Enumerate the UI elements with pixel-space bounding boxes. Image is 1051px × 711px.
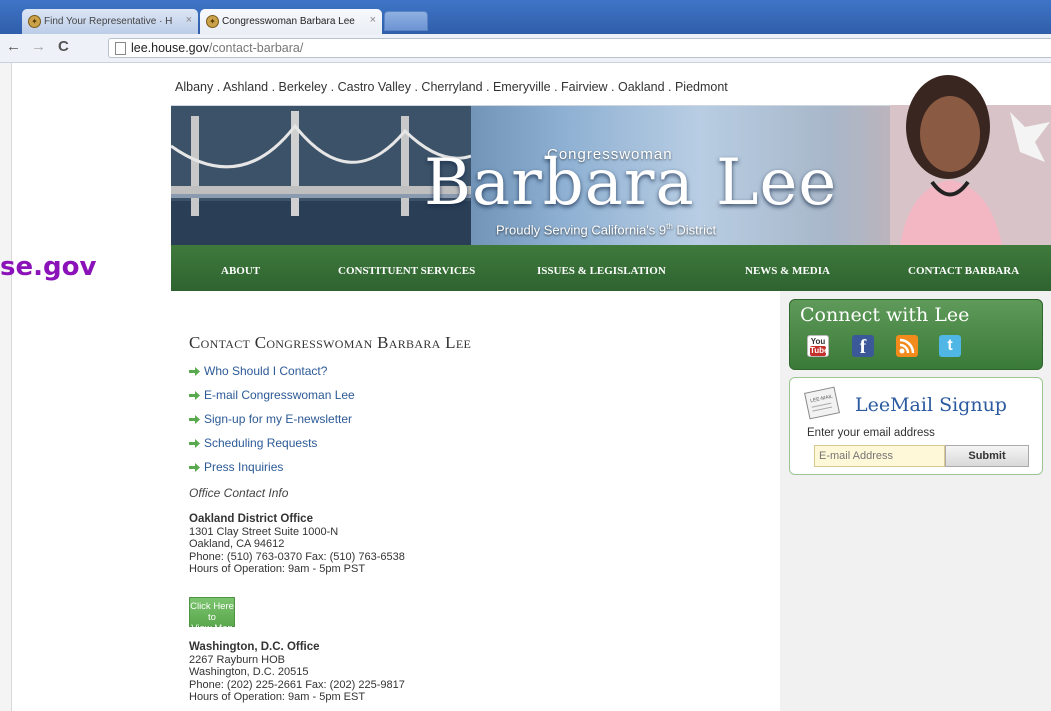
page-left-margin xyxy=(0,30,12,711)
header-name: Barbara Lee xyxy=(424,146,838,220)
oakland-office-block: Oakland District Office 1301 Clay Street… xyxy=(189,513,405,576)
leemail-title: LeeMail Signup xyxy=(855,394,1007,416)
twitter-icon[interactable]: t xyxy=(939,335,961,357)
connect-with-lee-box: Connect with Lee You Tube f t xyxy=(789,299,1043,370)
link-scheduling-requests[interactable]: Scheduling Requests xyxy=(189,436,317,450)
office-name: Washington, D.C. Office xyxy=(189,641,320,653)
view-map-button[interactable]: Click Here to View Map xyxy=(189,597,235,634)
washington-office-block: Washington, D.C. Office 2267 Rayburn HOB… xyxy=(189,641,405,704)
connect-title: Connect with Lee xyxy=(800,304,970,326)
district-cities: Albany . Ashland . Berkeley . Castro Val… xyxy=(175,80,728,94)
facebook-icon[interactable]: f xyxy=(852,335,874,358)
reload-icon[interactable]: C xyxy=(58,39,69,55)
browser-tab-bar: ✦ Find Your Representative · H × ✦ Congr… xyxy=(0,0,1051,34)
nav-item-constituent-services[interactable]: CONSTITUENT SERVICES xyxy=(338,265,475,277)
link-email-congresswoman[interactable]: E-mail Congresswoman Lee xyxy=(189,388,355,402)
leemail-signup-box: LEE-MAIL LeeMail Signup Enter your email… xyxy=(789,377,1043,475)
browser-toolbar: ← → C lee.house.gov/contact-barbara/ xyxy=(0,34,1051,63)
tab-label: Congresswoman Barbara Lee xyxy=(222,16,355,27)
house-seal-icon: ✦ xyxy=(206,15,219,28)
tab-label: Find Your Representative · H xyxy=(44,16,173,27)
header-tagline: Proudly Serving California's 9th Distric… xyxy=(496,222,717,238)
site-main-nav: ABOUT CONSTITUENT SERVICES ISSUES & LEGI… xyxy=(171,245,1051,294)
office-address-line2: Oakland, CA 94612 xyxy=(189,538,285,550)
office-phone: Phone: (510) 763-0370 Fax: (510) 763-653… xyxy=(189,550,405,563)
office-address-line1: 1301 Clay Street Suite 1000-N xyxy=(189,525,339,538)
background-slide-text: se.gov xyxy=(0,252,97,282)
rss-icon[interactable] xyxy=(896,335,918,357)
link-signup-enewsletter[interactable]: Sign-up for my E-newsletter xyxy=(189,412,352,426)
link-press-inquiries[interactable]: Press Inquiries xyxy=(189,460,283,474)
new-tab-button[interactable] xyxy=(384,11,428,31)
close-tab-icon[interactable]: × xyxy=(370,14,376,26)
browser-tab-find-representative[interactable]: ✦ Find Your Representative · H × xyxy=(22,9,198,34)
nav-item-about[interactable]: ABOUT xyxy=(221,265,260,277)
office-name: Oakland District Office xyxy=(189,513,313,525)
page-title: Contact Congresswoman Barbara Lee xyxy=(189,333,472,352)
email-label: Enter your email address xyxy=(807,427,935,439)
green-arrow-icon xyxy=(189,391,200,400)
url-host: lee.house.gov xyxy=(131,41,209,55)
office-hours: Hours of Operation: 9am - 5pm EST xyxy=(189,691,366,703)
green-arrow-icon xyxy=(189,439,200,448)
green-arrow-icon xyxy=(189,415,200,424)
newspaper-icon: LEE-MAIL xyxy=(804,386,840,420)
email-input[interactable] xyxy=(814,445,945,467)
nav-item-contact-barbara[interactable]: CONTACT BARBARA xyxy=(908,265,1019,277)
office-hours: Hours of Operation: 9am - 5pm PST xyxy=(189,563,366,575)
house-seal-icon: ✦ xyxy=(28,15,41,28)
url-path: /contact-barbara/ xyxy=(208,41,304,55)
office-phone: Phone: (202) 225-2661 Fax: (202) 225-981… xyxy=(189,678,405,691)
congresswoman-portrait xyxy=(890,75,1051,245)
green-arrow-icon xyxy=(189,463,200,472)
browser-tab-barbara-lee[interactable]: ✦ Congresswoman Barbara Lee × xyxy=(200,9,382,34)
link-who-should-i-contact[interactable]: Who Should I Contact? xyxy=(189,364,327,378)
nav-item-issues-legislation[interactable]: ISSUES & LEGISLATION xyxy=(537,265,666,277)
forward-arrow-icon[interactable]: → xyxy=(31,39,46,55)
office-address-line1: 2267 Rayburn HOB xyxy=(189,653,285,666)
address-bar[interactable]: lee.house.gov/contact-barbara/ xyxy=(108,38,1051,58)
page-icon xyxy=(115,42,126,55)
office-contact-info-label: Office Contact Info xyxy=(189,486,289,500)
submit-button[interactable]: Submit xyxy=(945,445,1029,467)
back-arrow-icon[interactable]: ← xyxy=(6,39,21,55)
nav-item-news-media[interactable]: NEWS & MEDIA xyxy=(745,265,830,277)
rss-glyph xyxy=(899,338,915,354)
close-tab-icon[interactable]: × xyxy=(186,14,192,26)
green-arrow-icon xyxy=(189,367,200,376)
office-address-line2: Washington, D.C. 20515 xyxy=(189,666,309,678)
youtube-icon[interactable]: You Tube xyxy=(807,335,829,357)
